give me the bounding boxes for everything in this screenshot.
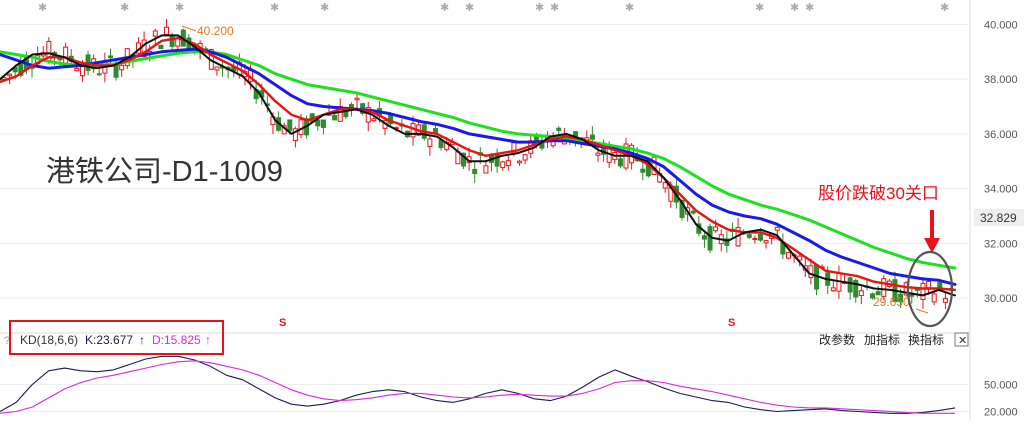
price-tick-label: 34.000	[984, 184, 1018, 196]
event-marker-icon: ✱	[320, 2, 329, 14]
change-params-button[interactable]: 改参数	[819, 332, 855, 347]
candle-body	[752, 237, 758, 240]
current-price: 32.829	[980, 211, 1017, 225]
candle-body	[354, 97, 360, 101]
candle-body	[158, 44, 164, 50]
candle-body	[74, 67, 80, 72]
candle-body	[556, 127, 562, 131]
price-tick-label: 40.000	[984, 19, 1018, 31]
candle-body	[640, 168, 646, 173]
candle-body	[287, 119, 293, 132]
kd-tick-label: 50.000	[984, 379, 1018, 391]
kd-legend-d: D:15.825	[152, 333, 201, 347]
candle-body	[472, 168, 478, 175]
candle-body	[881, 278, 887, 297]
breakdown-annotation: 股价跌破30关口	[818, 184, 939, 203]
candle-body	[320, 119, 326, 128]
event-marker-icon: ✱	[270, 2, 279, 14]
candle-body	[920, 282, 926, 301]
split-marker: S	[279, 317, 286, 329]
candle-body	[522, 154, 528, 161]
candle-body	[847, 277, 853, 293]
kd-axis: 50.000 20.000	[984, 379, 1018, 418]
event-marker-icon: ✱	[755, 2, 764, 14]
candle-body	[96, 73, 102, 76]
candle-body	[152, 30, 158, 37]
event-marker-icon: ✱	[120, 2, 129, 14]
candle-body	[332, 114, 338, 121]
split-marker: S	[728, 317, 735, 329]
event-markers: ✱ ✱ ✱ ✱ ✱ ✱ ✱ ✱ ✱ ✱ ✱ ✱ ✱ ✱	[38, 2, 949, 14]
kd-legend-name: KD(18,6,6)	[20, 333, 78, 347]
candle-body	[690, 210, 696, 214]
candle-body	[746, 234, 752, 238]
candle-body	[830, 287, 836, 292]
low-marker-arrow	[915, 308, 929, 314]
candle-body	[517, 160, 523, 164]
event-marker-icon: ✱	[38, 2, 47, 14]
event-marker-icon: ✱	[535, 2, 544, 14]
candle-body	[57, 58, 63, 61]
candle-body	[858, 290, 864, 296]
stock-title: 港铁公司-D1-1009	[46, 155, 283, 188]
price-tick-label: 38.000	[984, 74, 1018, 86]
candle-body	[107, 55, 113, 59]
kd-legend: ? KD(18,6,6) K:23.677 ↑ D:15.825 ↑	[4, 333, 211, 347]
event-marker-icon: ✱	[625, 2, 634, 14]
kd-legend-k-arrow: ↑	[139, 333, 145, 347]
candle-body	[119, 64, 125, 71]
candle-body	[701, 235, 707, 240]
event-marker-icon: ✱	[465, 2, 474, 14]
kd-legend-k: K:23.677	[85, 333, 133, 347]
switch-indicator-button[interactable]: 换指标	[908, 332, 944, 347]
candle-body	[785, 251, 791, 259]
chart-canvas[interactable]: 40.000 38.000 36.000 34.000 32.000 30.000 50.…	[0, 0, 1030, 421]
price-axis: 40.000 38.000 36.000 34.000 32.000 30.000	[984, 19, 1018, 305]
event-marker-icon: ✱	[440, 2, 449, 14]
candle-body	[175, 38, 181, 47]
candle-body	[757, 233, 763, 241]
candle-body	[713, 226, 719, 232]
price-tick-label: 32.000	[984, 238, 1018, 250]
add-indicator-button[interactable]: 加指标	[864, 332, 900, 347]
stock-chart[interactable]: 40.000 38.000 36.000 34.000 32.000 30.000 50.…	[0, 0, 1030, 421]
close-icon[interactable]: ✕	[958, 335, 967, 347]
event-marker-icon: ✱	[175, 2, 184, 14]
high-marker: 40.200	[197, 24, 234, 38]
candle-body	[483, 165, 489, 174]
candle-body	[595, 152, 601, 156]
event-marker-icon: ✱	[805, 2, 814, 14]
event-marker-icon: ✱	[550, 2, 559, 14]
event-marker-icon: ✱	[790, 2, 799, 14]
candle-body	[808, 265, 814, 279]
candle-body	[774, 226, 780, 231]
low-marker: 29.650	[873, 295, 910, 309]
candle-body	[315, 119, 321, 127]
candle-body	[500, 161, 506, 169]
price-tick-label: 30.000	[984, 293, 1018, 305]
candle-body	[505, 160, 511, 167]
candle-body	[79, 66, 85, 77]
candle-body	[164, 26, 170, 35]
candle-body	[617, 158, 623, 167]
candle-body	[371, 118, 377, 122]
kd-legend-d-arrow: ↑	[205, 333, 211, 347]
candle-body	[427, 138, 433, 147]
event-marker-icon: ✱	[940, 2, 949, 14]
candle-body	[763, 240, 769, 244]
candle-body	[63, 46, 69, 64]
candle-body	[169, 35, 175, 47]
kd-tick-label: 20.000	[984, 406, 1018, 418]
candle-body	[214, 66, 220, 71]
candle-body	[298, 119, 304, 136]
kd-line-d	[0, 360, 955, 414]
candle-body	[589, 134, 595, 140]
candle-body	[7, 73, 13, 77]
price-tick-label: 36.000	[984, 129, 1018, 141]
close-button[interactable]: ✕	[954, 332, 969, 347]
candle-body	[942, 297, 948, 303]
candle-body	[926, 280, 932, 289]
candle-body	[931, 293, 937, 303]
annotation-arrow	[924, 210, 940, 253]
